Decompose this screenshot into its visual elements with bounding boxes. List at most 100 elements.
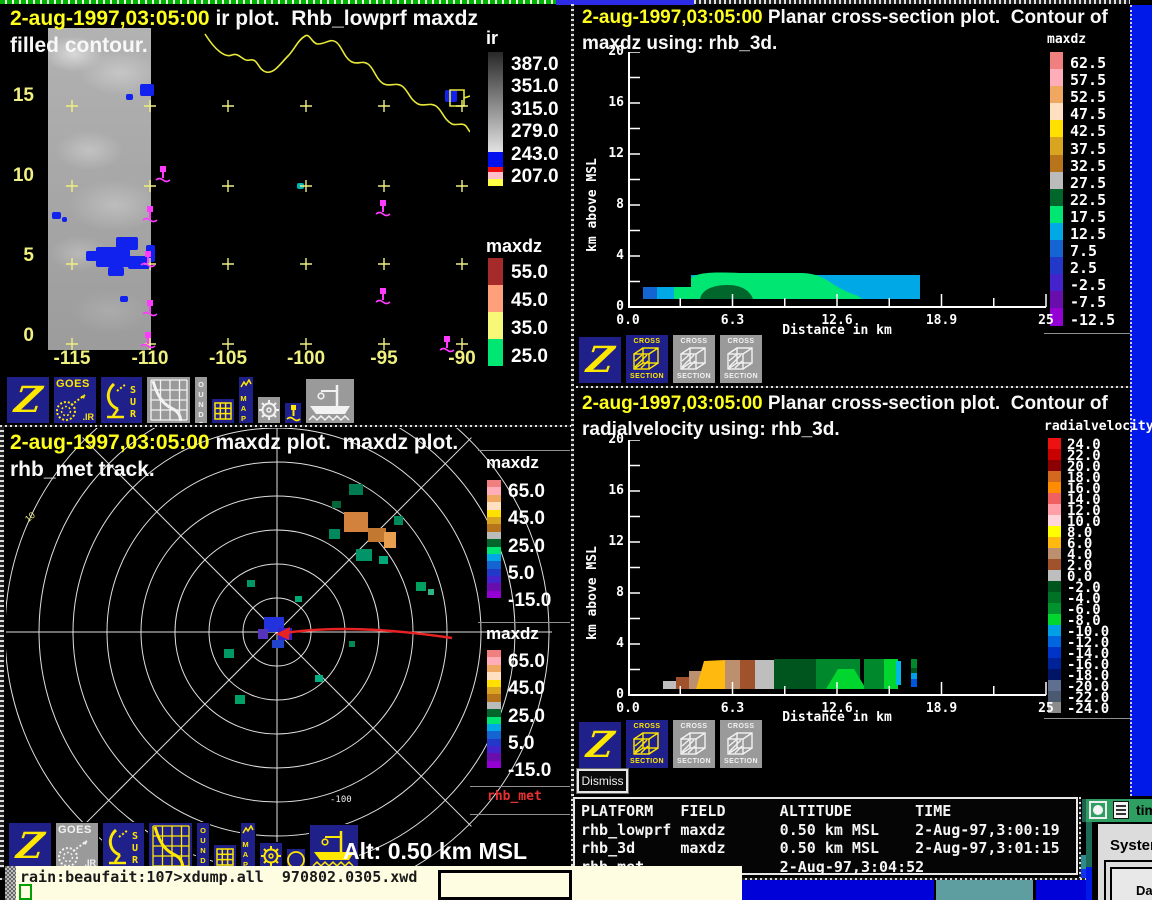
xs-x-tick-label: 0.0	[598, 701, 658, 716]
toolbar-button-zebra[interactable]: Z	[6, 376, 50, 424]
colorbar-segment	[1050, 189, 1063, 206]
colorbar-segment	[1048, 559, 1061, 570]
colorbar-segment	[487, 554, 501, 561]
colorbar-segment	[488, 258, 503, 285]
cross-section-label-top: CROSS	[634, 722, 661, 731]
toolbar-button-cube[interactable]: CROSSSECTION	[672, 334, 716, 384]
toolbar-button-cube[interactable]: CROSSSECTION	[672, 719, 716, 769]
grid-plus-mark	[300, 180, 312, 192]
xs-x-tick-label: 18.9	[912, 313, 972, 328]
goes-ir-icon: GOES.IR	[56, 823, 98, 869]
colorbar-segment	[1050, 240, 1063, 257]
colorbar-segment	[1050, 274, 1063, 291]
toolbar-button-goes-goes[interactable]: GOES.IR	[55, 822, 99, 870]
svg-text:R: R	[132, 855, 139, 866]
cross-section-cube-icon	[632, 731, 662, 757]
colorbar-segment	[487, 694, 501, 701]
toolbar-button-gear[interactable]	[257, 396, 281, 424]
radar-echo	[379, 556, 388, 564]
toolbar-button-gridcurve[interactable]	[148, 822, 193, 870]
grid-plus-mark	[66, 258, 78, 270]
zebra-logo-icon: Z	[14, 828, 45, 864]
ir-map-plot[interactable]	[10, 28, 470, 356]
toolbar-button-map-map[interactable]: MAP	[240, 822, 256, 870]
lon-tick-label: -110	[132, 348, 169, 370]
xs-vel-colorbar-title: radialvelocity	[1044, 419, 1152, 434]
ir-maxdz-colorbar-title: maxdz	[486, 236, 542, 257]
colorbar-segment	[487, 687, 501, 694]
radar-panel-title-line2: rhb_met track.	[10, 458, 155, 482]
toolbar-button-cube[interactable]: CROSSSECTION	[719, 334, 763, 384]
time-window-titlebar: time	[1086, 799, 1152, 822]
day-button[interactable]: Day	[1110, 867, 1152, 900]
bottom-strip-blue2	[1036, 880, 1090, 900]
colorbar-segment	[487, 724, 501, 731]
contour-fill	[643, 287, 657, 299]
colorbar-segment	[1050, 206, 1063, 223]
colorbar-segment	[487, 539, 501, 546]
radar-plot[interactable]	[6, 428, 570, 878]
toolbar-button-buoy[interactable]	[284, 402, 302, 424]
contour-fill	[884, 659, 898, 689]
colorbar-segment	[487, 717, 501, 724]
dismiss-button[interactable]: Dismiss	[577, 769, 628, 793]
colorbar-segment	[487, 569, 501, 576]
colorbar-tick-label: 45.0	[508, 508, 545, 530]
window-menu-icon[interactable]	[1089, 801, 1107, 819]
day-button-label: Day	[1136, 883, 1152, 898]
radar-colorbar1: 65.045.025.05.0-15.0	[487, 480, 501, 598]
contour-fill	[911, 668, 917, 673]
grid-plus-mark	[300, 100, 312, 112]
toolbar-button-gridcurve[interactable]	[146, 376, 191, 424]
toolbar-button-radar-sur[interactable]: SUR	[102, 822, 145, 870]
xs-y-tick-label: 8	[598, 197, 624, 212]
legend-separator	[478, 622, 570, 623]
terminal-cursor	[19, 884, 32, 900]
lon-tick-label: -105	[209, 348, 247, 370]
xs-x-tick-label: 6.3	[703, 313, 763, 328]
toolbar-button-map-map[interactable]: MAP	[238, 376, 254, 424]
window-doc-icon[interactable]	[1113, 801, 1129, 819]
xs-y-tick-label: 20	[598, 44, 624, 59]
colorbar-segment	[487, 702, 501, 709]
toolbar-button-goes-goes[interactable]: GOES.IR	[53, 376, 97, 424]
svg-text:U: U	[130, 397, 136, 408]
toolbar-button-cube[interactable]: CROSSSECTION	[719, 719, 763, 769]
cross-section-label-bottom: SECTION	[630, 757, 664, 766]
toolbar-button-zebra[interactable]: Z	[8, 822, 52, 870]
radar-dish-icon: SUR	[104, 825, 144, 867]
colorbar-tick-label: 207.0	[511, 166, 559, 188]
colorbar-segment	[1050, 172, 1063, 189]
toolbar-button-radar-sur[interactable]: SUR	[100, 376, 143, 424]
contour-fill	[864, 659, 886, 689]
colorbar-tick-label: 47.5	[1070, 105, 1106, 123]
colorbar-segment	[1048, 504, 1061, 515]
toolbar-button-bounds-bounds[interactable]: BOUNDS	[194, 376, 208, 424]
contour-fill	[911, 679, 917, 687]
toolbar-button-zebra[interactable]: Z	[578, 721, 622, 769]
toolbar-button-bounds-bounds[interactable]: BOUNDS	[196, 822, 210, 870]
colorbar-segment	[488, 152, 503, 167]
colorbar-tick-label: 2.5	[1070, 259, 1097, 277]
toolbar-button-grid[interactable]	[211, 398, 235, 424]
colorbar-segment	[487, 487, 501, 494]
toolbar-button-cube[interactable]: CROSS SECTION	[625, 719, 669, 769]
grid-plus-mark	[222, 100, 234, 112]
terminal-window[interactable]: rain:beaufait:107>xdump.all 970802.0305.…	[5, 866, 742, 900]
svg-text:S: S	[130, 385, 136, 396]
colorbar-tick-label: 12.5	[1070, 225, 1106, 243]
station-symbol	[143, 300, 157, 316]
colorbar-segment	[1048, 548, 1061, 559]
divider-right-horizontal	[576, 386, 1130, 388]
toolbar-button-zebra[interactable]: Z	[578, 336, 622, 384]
xs-vel-plot[interactable]	[628, 440, 1048, 698]
terminal-scrollbar[interactable]	[5, 866, 16, 900]
colorbar-segment	[1048, 658, 1061, 669]
xs-maxdz-plot[interactable]	[628, 52, 1048, 310]
toolbar-button-ship[interactable]	[305, 378, 355, 424]
goes-ir-icon: GOES.IR	[54, 377, 96, 423]
colorbar-segment	[487, 591, 501, 598]
grid-plus-mark	[378, 180, 390, 192]
colorbar-segment	[487, 510, 501, 517]
toolbar-button-cube[interactable]: CROSSSECTION	[625, 334, 669, 384]
